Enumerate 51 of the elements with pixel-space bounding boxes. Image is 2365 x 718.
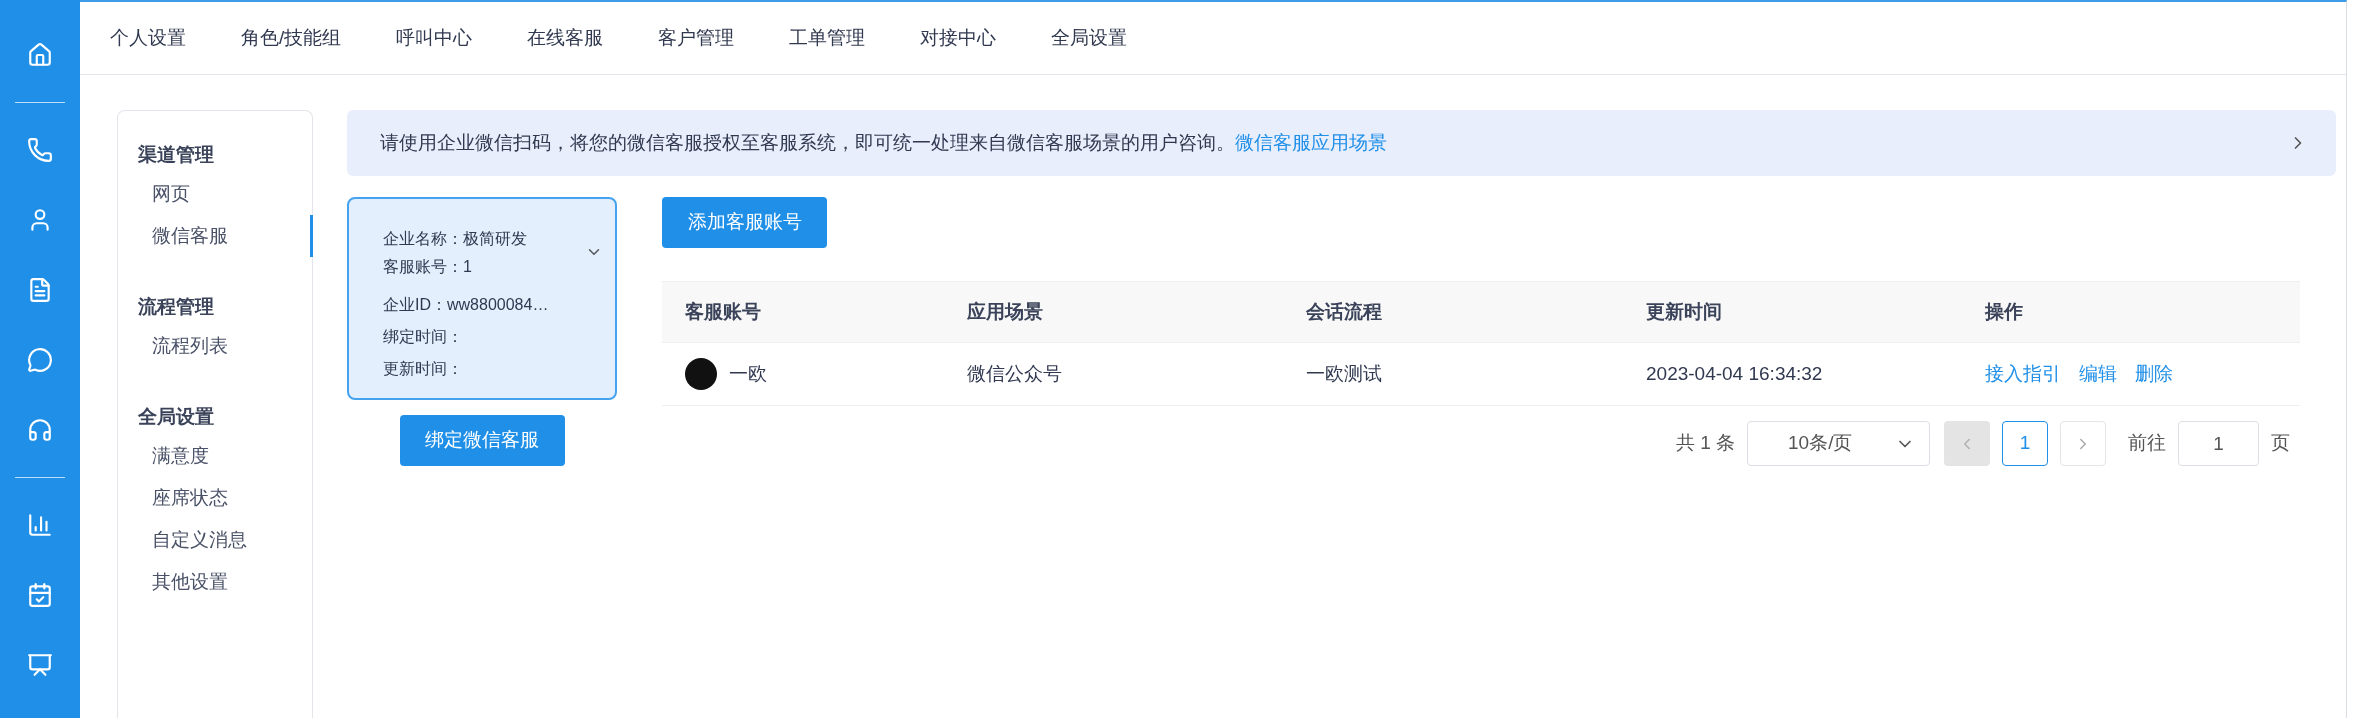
- column-header: 操作: [1985, 299, 2024, 324]
- menu-group-title: 流程管理: [138, 294, 215, 319]
- menu-item[interactable]: 满意度: [138, 435, 313, 477]
- table-cell-text: 2023-04-04 16:34:32: [1646, 361, 1824, 386]
- column-header: 更新时间: [1646, 299, 1723, 324]
- menu-item[interactable]: 其他设置: [138, 561, 313, 603]
- top-nav-tab[interactable]: 对接中心: [920, 15, 997, 61]
- top-nav-tab[interactable]: 在线客服: [527, 15, 604, 61]
- top-nav-tab[interactable]: 呼叫中心: [396, 15, 473, 61]
- row-action-link[interactable]: 编辑: [2079, 359, 2117, 389]
- menu-item[interactable]: 流程列表: [138, 325, 313, 367]
- menu-item[interactable]: 网页: [138, 173, 313, 215]
- chart-board-icon[interactable]: [27, 652, 53, 678]
- menu-item[interactable]: 微信客服: [138, 215, 313, 257]
- phone-icon[interactable]: [27, 137, 53, 163]
- table-cell-text: 一欧: [729, 361, 767, 386]
- column-header: 应用场景: [967, 299, 1044, 324]
- card-info-text: 绑定时间：: [383, 327, 464, 347]
- card-info-text: 更新时间：: [383, 359, 464, 379]
- top-nav-tab[interactable]: 个人设置: [110, 15, 186, 61]
- goto-suffix: 页: [2271, 431, 2290, 456]
- banner-text: 请使用企业微信扫码，将您的微信客服授权至客服系统，即可统一处理来自微信客服场景的用户咨询。: [380, 130, 1235, 155]
- goto-label: 前往: [2128, 431, 2166, 456]
- row-action-link[interactable]: 接入指引: [1985, 359, 2061, 389]
- table-cell-text: 微信公众号: [967, 361, 1063, 386]
- card-info-text: 企业名称：极简研发: [383, 229, 528, 249]
- card-info-text: 客服账号：1: [383, 257, 473, 277]
- bar-chart-icon[interactable]: [27, 512, 53, 538]
- row-action-link[interactable]: 删除: [2135, 359, 2173, 389]
- headphones-icon[interactable]: [27, 417, 53, 443]
- enterprise-card[interactable]: 企业名称：极简研发 客服账号：1 企业ID：ww8800084… 绑定时间： 更新时间：: [347, 197, 617, 400]
- menu-item[interactable]: 座席状态: [138, 477, 313, 519]
- column-header: 客服账号: [685, 299, 762, 324]
- column-header: 会话流程: [1306, 299, 1383, 324]
- document-icon[interactable]: [27, 277, 53, 303]
- menu-group-title: 渠道管理: [138, 142, 215, 167]
- top-nav-tab[interactable]: 全局设置: [1051, 15, 1128, 61]
- home-icon[interactable]: [27, 42, 53, 68]
- top-nav-tab[interactable]: 角色/技能组: [241, 15, 342, 61]
- table-cell-text: 一欧测试: [1306, 361, 1383, 386]
- menu-group-title: 全局设置: [138, 404, 215, 429]
- top-nav-tab[interactable]: 工单管理: [789, 15, 866, 61]
- avatar-photo-placeholder: [685, 358, 717, 390]
- menu-item[interactable]: 自定义消息: [138, 519, 313, 561]
- top-nav-tab[interactable]: 客户管理: [658, 15, 735, 61]
- chat-icon[interactable]: [27, 347, 53, 373]
- calendar-check-icon[interactable]: [27, 582, 53, 608]
- total-count: 共 1 条: [1675, 431, 1735, 456]
- page-size-select[interactable]: 10条/页: [1747, 421, 1930, 466]
- card-info-text: 企业ID：ww8800084…: [383, 295, 550, 315]
- goto-page-field[interactable]: 1: [2178, 421, 2259, 466]
